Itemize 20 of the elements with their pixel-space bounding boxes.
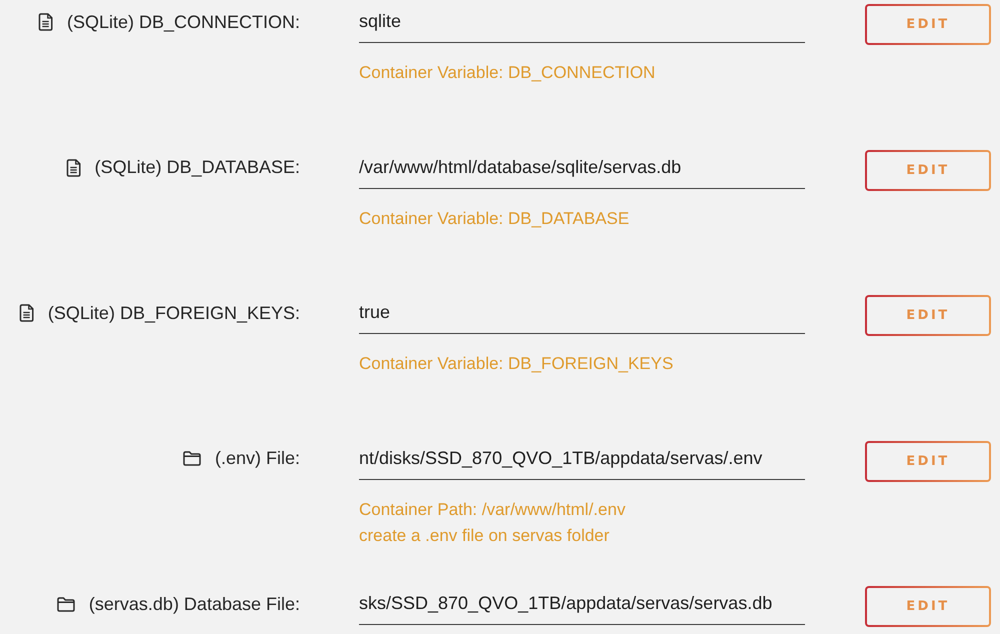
text-field[interactable]: sks/SSD_870_QVO_1TB/appdata/servas/servas.db [359,583,805,625]
hint-text: create a .env file on servas folder [359,524,610,546]
hint-text: Container Variable: DB_FOREIGN_KEYS [359,353,674,375]
text-field[interactable]: sqlite [359,1,805,43]
field-label: (SQLite) DB_FOREIGN_KEYS: [48,302,300,324]
hint-text: Container Variable: DB_CONNECTION [359,62,656,84]
field-label: (.env) File: [214,448,300,469]
text-field[interactable]: nt/disks/SSD_870_QVO_1TB/appdata/servas/.env [359,438,805,480]
hint-text: Container Variable: DB_DATABASE [359,208,630,230]
field-label: (servas.db) Database File: [88,594,300,614]
folder-icon [182,451,201,466]
text-field[interactable]: /var/www/html/database/sqlite/servas.db [359,146,805,188]
field-label: (SQLite) DB_DATABASE: [94,157,300,178]
folder-icon [56,596,75,612]
hint-text: Container Path: /var/www/html/.env [359,498,626,520]
document-icon [66,158,81,176]
document-icon [18,304,34,322]
text-field[interactable]: true [359,292,805,334]
document-icon [38,13,53,31]
field-label: (SQLite) DB_CONNECTION: [66,12,300,32]
